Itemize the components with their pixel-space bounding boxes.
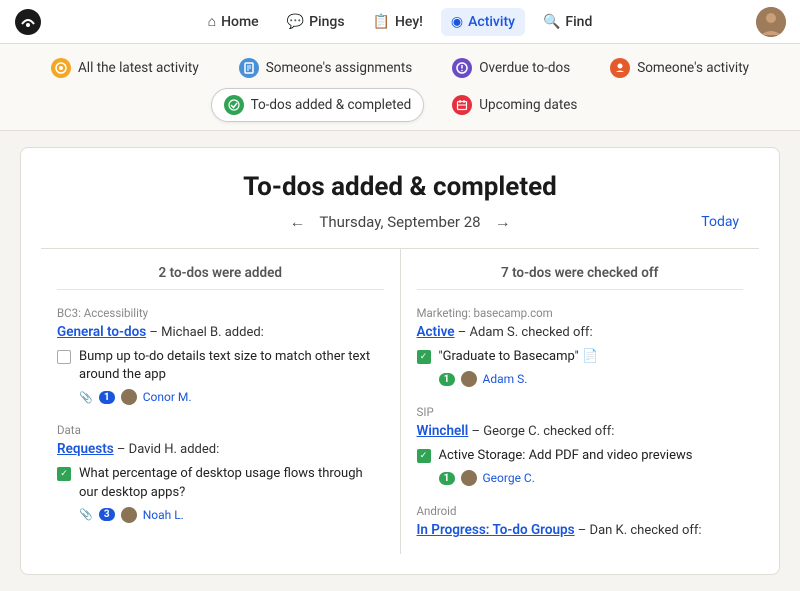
avatar (121, 507, 137, 523)
person-name[interactable]: Adam S. (483, 372, 528, 386)
todos-completed-icon (224, 95, 244, 115)
nav-find[interactable]: 🔍 Find (533, 8, 602, 36)
added-by-row: General to-dos – Michael B. added: (57, 324, 384, 340)
main-content: To-dos added & completed ← Thursday, Sep… (20, 147, 780, 575)
todo-section-bc3: BC3: Accessibility General to-dos – Mich… (57, 306, 384, 405)
upcoming-icon (452, 95, 472, 115)
todo-list-link[interactable]: In Progress: To-do Groups (417, 522, 575, 538)
attachment-icon: 📎 (79, 391, 93, 404)
todo-checkbox[interactable] (57, 467, 71, 481)
avatar (461, 470, 477, 486)
subnav-upcoming[interactable]: Upcoming dates (440, 88, 589, 122)
avatar (121, 389, 137, 405)
nav-activity[interactable]: ◉ Activity (441, 8, 525, 36)
right-col-header: 7 to-dos were checked off (417, 265, 744, 290)
overdue-icon (452, 58, 472, 78)
hey-icon: 📋 (373, 14, 390, 30)
person-name[interactable]: George C. (483, 471, 535, 485)
top-nav: ⌂ Home 💬 Pings 📋 Hey! ◉ Activity 🔍 Find (0, 0, 800, 44)
todo-row: Active Storage: Add PDF and video previe… (417, 447, 744, 465)
avatar (461, 371, 477, 387)
meta-row: 📎 3 Noah L. (57, 507, 384, 523)
todo-text: Active Storage: Add PDF and video previe… (439, 447, 693, 465)
subnav-assignments[interactable]: Someone's assignments (227, 52, 425, 84)
nav-home[interactable]: ⌂ Home (198, 7, 269, 36)
badge-count: 3 (99, 508, 115, 521)
next-date-button[interactable]: → (495, 212, 511, 232)
person-name[interactable]: Conor M. (143, 390, 192, 404)
right-column: 7 to-dos were checked off Marketing: bas… (401, 249, 760, 554)
project-label: Marketing: basecamp.com (417, 306, 744, 320)
todo-text: What percentage of desktop usage flows t… (79, 465, 384, 501)
todo-row: What percentage of desktop usage flows t… (57, 465, 384, 501)
project-label: Android (417, 504, 744, 518)
todo-list-link[interactable]: General to-dos (57, 324, 146, 340)
subnav-overdue[interactable]: Overdue to-dos (440, 52, 582, 84)
app-logo[interactable] (14, 8, 42, 36)
current-date: Thursday, September 28 (319, 213, 480, 231)
todo-row: Bump up to-do details text size to match… (57, 348, 384, 384)
subnav-someone-activity[interactable]: Someone's activity (598, 52, 761, 84)
date-nav: ← Thursday, September 28 → Today (41, 212, 759, 232)
checked-by-row: In Progress: To-do Groups – Dan K. check… (417, 522, 744, 538)
todo-section-sip: SIP Winchell – George C. checked off: Ac… (417, 405, 744, 486)
all-activity-icon (51, 58, 71, 78)
subnav-todos-completed[interactable]: To-dos added & completed (211, 88, 425, 122)
assignments-icon (239, 58, 259, 78)
meta-row: 1 George C. (417, 470, 744, 486)
todo-section-android: Android In Progress: To-do Groups – Dan … (417, 504, 744, 538)
attachment-icon: 📎 (79, 508, 93, 521)
someone-activity-icon (610, 58, 630, 78)
activity-icon: ◉ (451, 14, 463, 30)
page-header: To-dos added & completed ← Thursday, Sep… (21, 148, 779, 248)
pings-icon: 💬 (287, 14, 304, 30)
project-label: SIP (417, 405, 744, 419)
todo-checkbox[interactable] (417, 449, 431, 463)
project-label: BC3: Accessibility (57, 306, 384, 320)
today-link[interactable]: Today (701, 214, 739, 230)
todo-list-link[interactable]: Active (417, 324, 455, 340)
user-avatar[interactable] (756, 7, 786, 37)
person-name[interactable]: Noah L. (143, 508, 184, 522)
todo-section-marketing: Marketing: basecamp.com Active – Adam S.… (417, 306, 744, 387)
meta-row: 📎 1 Conor M. (57, 389, 384, 405)
todo-text: Bump up to-do details text size to match… (79, 348, 384, 384)
todo-list-link[interactable]: Requests (57, 441, 114, 457)
meta-row: 1 Adam S. (417, 371, 744, 387)
nav-hey[interactable]: 📋 Hey! (363, 8, 433, 36)
two-col-layout: 2 to-dos were added BC3: Accessibility G… (41, 249, 759, 554)
subnav-all-activity[interactable]: All the latest activity (39, 52, 211, 84)
todo-list-link[interactable]: Winchell (417, 423, 469, 439)
badge-count: 1 (439, 472, 455, 485)
nav-pings[interactable]: 💬 Pings (277, 8, 355, 36)
badge-count: 1 (439, 373, 455, 386)
home-icon: ⌂ (208, 13, 216, 30)
todo-checkbox[interactable] (57, 350, 71, 364)
prev-date-button[interactable]: ← (289, 212, 305, 232)
badge-count: 1 (99, 391, 115, 404)
todo-text: "Graduate to Basecamp" 📄 (439, 348, 599, 366)
checked-by-row: Active – Adam S. checked off: (417, 324, 744, 340)
checked-by-row: Winchell – George C. checked off: (417, 423, 744, 439)
find-icon: 🔍 (543, 14, 560, 30)
added-by-row: Requests – David H. added: (57, 441, 384, 457)
project-label: Data (57, 423, 384, 437)
todo-row: "Graduate to Basecamp" 📄 (417, 348, 744, 366)
page-title: To-dos added & completed (41, 172, 759, 202)
left-column: 2 to-dos were added BC3: Accessibility G… (41, 249, 401, 554)
todo-section-data: Data Requests – David H. added: What per… (57, 423, 384, 522)
left-col-header: 2 to-dos were added (57, 265, 384, 290)
activity-subnav: All the latest activity Someone's assign… (0, 44, 800, 131)
todo-checkbox[interactable] (417, 350, 431, 364)
